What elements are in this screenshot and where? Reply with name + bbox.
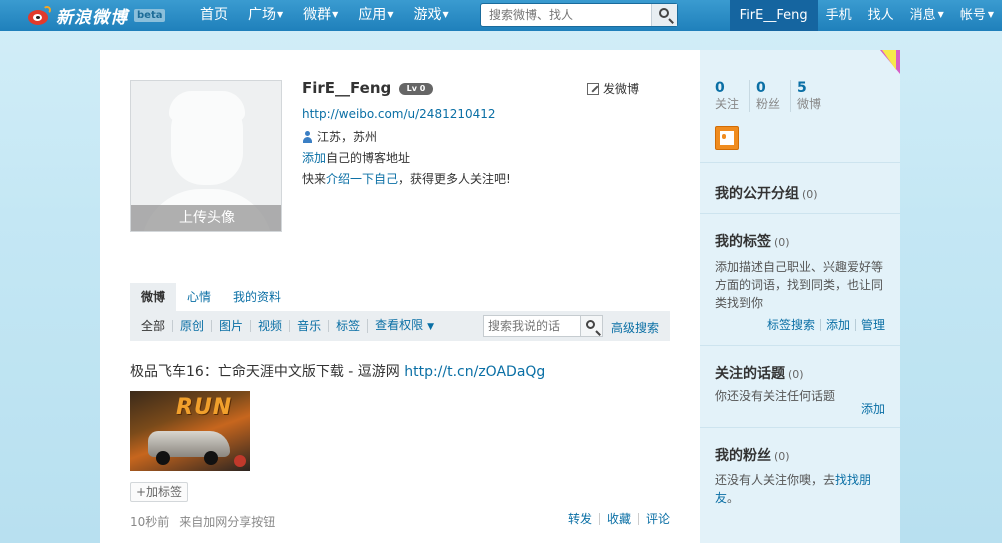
repost-button[interactable]: 转发: [561, 513, 599, 525]
followed-topics-links: 添加: [856, 403, 885, 415]
search-icon: [659, 8, 669, 18]
profile-tabs: 微博 心情 我的资料: [130, 283, 292, 311]
user-nav: FirE__Feng 手机 找人 消息 ▼ 帐号 ▼: [729, 0, 1002, 31]
nav-account[interactable]: 帐号 ▼: [952, 0, 1002, 31]
filter-permission-dropdown[interactable]: 查看权限 ▼: [367, 319, 441, 333]
weibo-eye-icon: [26, 5, 52, 27]
nav-plaza[interactable]: 广场▼: [238, 0, 293, 31]
pencil-icon: [587, 82, 599, 95]
feed-item-link[interactable]: http://t.cn/zOADaQg: [404, 364, 545, 380]
image-title: RUN: [176, 395, 233, 420]
stat-following[interactable]: 0 关注: [715, 80, 739, 112]
nav-messages[interactable]: 消息 ▼: [902, 0, 952, 31]
stat-posts[interactable]: 5 微博: [790, 80, 821, 112]
chevron-down-icon: ▼: [987, 10, 994, 19]
feed-item-meta: 10秒前 来自加网分享按钮: [130, 513, 275, 530]
add-blog-link[interactable]: 添加: [302, 151, 326, 165]
chevron-down-icon: ▼: [427, 322, 435, 332]
global-search-input[interactable]: [481, 4, 651, 26]
logo-text: 新浪微博: [56, 8, 128, 28]
global-search: [480, 3, 678, 27]
chevron-down-icon: ▼: [332, 10, 339, 19]
stat-followers[interactable]: 0 粉丝: [749, 80, 780, 112]
chevron-down-icon: ▼: [937, 10, 944, 19]
weibo-logo[interactable]: 新浪微博 beta: [26, 4, 166, 28]
person-icon: [302, 130, 313, 143]
level-badge: Lv 0: [399, 83, 433, 95]
profile-location: 江苏，苏州: [302, 128, 377, 145]
my-fans-section: 我的粉丝 (0) 还没有人关注你噢，去找找朋友。: [700, 427, 900, 543]
advanced-search-link[interactable]: 高级搜索: [611, 319, 659, 336]
post-weibo-button[interactable]: 发微博: [587, 80, 639, 97]
tag-manage-link[interactable]: 管理: [854, 319, 885, 331]
my-tags-title: 我的标签 (0): [715, 234, 790, 250]
tab-mood[interactable]: 心情: [176, 283, 222, 311]
nav-find-people[interactable]: 找人: [860, 0, 902, 31]
filter-videos[interactable]: 视频: [250, 320, 289, 332]
filter-music[interactable]: 音乐: [289, 320, 328, 332]
feed-item-time[interactable]: 10秒前: [130, 515, 169, 529]
topic-add-link[interactable]: 添加: [856, 403, 885, 415]
comment-button[interactable]: 评论: [637, 513, 670, 525]
upload-avatar-button[interactable]: 上传头像: [131, 205, 281, 231]
my-fans-description: 还没有人关注你噢，去找找朋友。: [715, 473, 872, 505]
tab-weibo[interactable]: 微博: [130, 283, 177, 311]
tag-add-link[interactable]: 添加: [819, 319, 855, 331]
nav-groups[interactable]: 微群▼: [293, 0, 348, 31]
my-fans-title: 我的粉丝 (0): [715, 448, 790, 464]
tab-my-profile[interactable]: 我的资料: [222, 283, 292, 311]
top-navigation-bar: 新浪微博 beta 首页 广场▼ 微群▼ 应用▼ 游戏▼ FirE__Feng …: [0, 0, 1002, 31]
chevron-down-icon: ▼: [277, 10, 284, 19]
avatar[interactable]: 上传头像: [130, 80, 282, 232]
filter-original[interactable]: 原创: [172, 320, 211, 332]
my-posts-search: [483, 315, 603, 337]
introduce-yourself-link[interactable]: 介绍一下自己: [326, 172, 398, 186]
filter-images[interactable]: 图片: [211, 320, 250, 332]
blog-address: 添加自己的博客地址: [302, 151, 411, 165]
my-posts-search-button[interactable]: [580, 316, 602, 336]
page-corner-fold: [878, 50, 900, 76]
feed-item-actions: 转发 收藏 评论: [561, 513, 670, 525]
right-sidebar: 0 关注 0 粉丝 5 微博 我的公开分组 (0) 我的标签 (0) 添加描述自己职业、兴…: [700, 50, 900, 543]
global-search-button[interactable]: [651, 4, 677, 26]
main-content: 上传头像 FirE__Feng Lv 0 发微博 http://weibo.co…: [100, 50, 700, 543]
followed-topics-section: 关注的话题 (0) 你还没有关注任何话题 添加: [700, 345, 900, 427]
favorite-button[interactable]: 收藏: [598, 513, 638, 525]
my-posts-search-input[interactable]: [484, 316, 580, 336]
nav-phone[interactable]: 手机: [818, 0, 860, 31]
nav-home[interactable]: 首页: [190, 0, 238, 31]
user-stats: 0 关注 0 粉丝 5 微博: [715, 80, 831, 112]
filter-all[interactable]: 全部: [130, 320, 172, 332]
public-groups-title[interactable]: 我的公开分组 (0): [715, 183, 818, 203]
feed-item-source: 来自加网分享按钮: [179, 515, 276, 529]
feed-item-image[interactable]: RUN: [130, 391, 250, 471]
beta-badge: beta: [134, 9, 166, 22]
public-groups-section: 我的公开分组 (0): [700, 162, 900, 213]
id-card-icon[interactable]: [715, 126, 739, 150]
profile-intro: 快来介绍一下自己，获得更多人关注吧!: [302, 172, 511, 186]
tag-search-link[interactable]: 标签搜索: [762, 319, 820, 331]
followed-topics-title: 关注的话题 (0): [715, 366, 804, 382]
chevron-down-icon: ▼: [387, 10, 394, 19]
add-tag-button[interactable]: +加标签: [130, 482, 189, 502]
feed-filter-bar: 全部 原创 图片 视频 音乐 标签 查看权限▼ 高级搜索: [130, 311, 670, 341]
profile-url-link[interactable]: http://weibo.com/u/2481210412: [302, 107, 496, 121]
nav-games[interactable]: 游戏▼: [403, 0, 458, 31]
filter-tags[interactable]: 标签: [328, 320, 367, 332]
feed-item-text: 极品飞车16：亡命天涯中文版下载 - 逗游网 http://t.cn/zOADa…: [130, 364, 546, 380]
my-tags-section: 我的标签 (0) 添加描述自己职业、兴趣爱好等方面的词语，找到同类，也让同类找到你…: [700, 213, 900, 345]
profile-username: FirE__Feng: [302, 79, 392, 97]
search-icon: [586, 320, 595, 329]
my-tags-links: 标签搜索 添加 管理: [762, 319, 885, 331]
main-nav: 首页 广场▼ 微群▼ 应用▼ 游戏▼: [190, 0, 459, 31]
my-tags-description: 添加描述自己职业、兴趣爱好等方面的词语，找到同类，也让同类找到你: [715, 260, 884, 310]
nav-username[interactable]: FirE__Feng: [729, 0, 818, 31]
chevron-down-icon: ▼: [442, 10, 449, 19]
nav-apps[interactable]: 应用▼: [348, 0, 403, 31]
